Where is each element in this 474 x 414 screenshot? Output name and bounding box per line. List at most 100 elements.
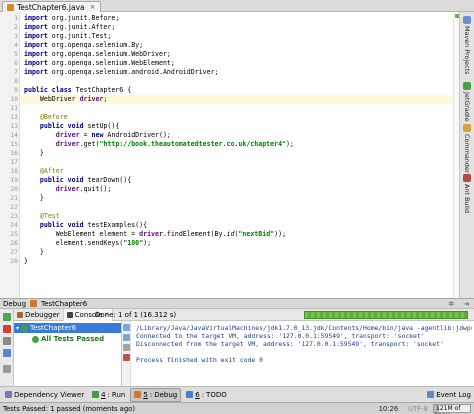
console-output[interactable]: /Library/Java/JavaVirtualMachines/jdk1.7… — [122, 321, 474, 386]
code-token: import — [24, 23, 52, 31]
code-token: org.junit.Test; — [51, 32, 112, 40]
code-line[interactable]: @Test — [20, 212, 459, 221]
tool-window-number: 5 — [143, 390, 148, 399]
editor-tab[interactable]: TestChapter6.java × — [2, 1, 101, 12]
code-line[interactable]: import org.junit.Test; — [20, 32, 459, 41]
rerun-icon[interactable] — [3, 313, 11, 321]
code-editor[interactable]: 1 2 3 4 5 6 7 8 9 10 11 12 13 14 15 16 17 18 19 20 21 22 23 24 2… — [0, 12, 460, 298]
code-line[interactable]: import org.junit.Before; — [20, 14, 459, 23]
gradle-icon — [463, 82, 471, 90]
tree-node-testchapter6[interactable]: ▾ TestChapter6 — [14, 323, 121, 333]
line-number: 12 — [10, 113, 18, 121]
line-number: 4 — [14, 41, 18, 49]
line-number: 25 — [10, 230, 18, 238]
code-token: @Before — [24, 113, 68, 121]
tool-window-run[interactable]: 4: Run — [89, 388, 128, 402]
code-line[interactable] — [20, 104, 459, 113]
code-line[interactable]: WebDriver driver; — [20, 95, 459, 104]
console-icon — [66, 311, 73, 318]
close-icon[interactable]: × — [90, 3, 96, 11]
line-number: 1 — [14, 14, 18, 22]
code-line[interactable]: @After — [20, 167, 459, 176]
jetgradle-button[interactable]: JetGradle — [461, 82, 473, 122]
code-token: .quit(); — [79, 185, 112, 193]
code-area[interactable]: import org.junit.Before; import org.junit… — [20, 12, 459, 298]
code-token: org.junit.Before; — [51, 14, 120, 22]
console-toolbar — [122, 321, 131, 386]
code-token: driver — [24, 185, 80, 193]
code-token: org.openqa.selenium.android.AndroidDrive… — [51, 68, 219, 76]
file-encoding[interactable]: UTF-8 — [403, 405, 433, 413]
ant-build-label: Ant Build — [463, 184, 471, 214]
breakpoints-icon[interactable] — [3, 349, 11, 357]
code-line[interactable]: driver.quit(); — [20, 185, 459, 194]
ant-build-button[interactable]: Ant Build — [461, 174, 473, 213]
code-line[interactable]: public void setUp(){ — [20, 122, 459, 131]
console-line: Disconnected from the target VM, address… — [136, 340, 444, 348]
expand-arrow-icon[interactable]: ▾ — [16, 325, 19, 332]
line-number: 6 — [14, 59, 18, 67]
line-number: 8 — [14, 77, 18, 85]
code-token: TestChapter6 { — [75, 86, 132, 94]
hide-icon[interactable]: ⇥ — [463, 300, 469, 308]
code-line[interactable]: import org.openqa.selenium.android.Andro… — [20, 68, 459, 77]
code-line[interactable]: } — [20, 149, 459, 158]
code-line[interactable]: @Before — [20, 113, 459, 122]
code-line[interactable]: driver = new AndroidDriver(); — [20, 131, 459, 140]
code-line[interactable] — [20, 203, 459, 212]
pause-icon[interactable] — [3, 337, 11, 345]
line-number: 24 — [10, 221, 18, 229]
dependency-viewer-icon — [5, 391, 12, 398]
test-results-tree[interactable]: ▾ TestChapter6 All Tests Passed — [14, 321, 122, 386]
console-line: Connected to the target VM, address: '12… — [136, 332, 425, 340]
code-line[interactable]: public class TestChapter6 { — [20, 86, 459, 95]
line-number: 28 — [10, 257, 18, 265]
scroll-down-icon[interactable] — [123, 334, 130, 341]
line-number: 10 — [10, 95, 18, 103]
commander-button[interactable]: Commander — [461, 124, 473, 173]
code-line[interactable] — [20, 158, 459, 167]
memory-indicator[interactable]: 121M of 790M — [433, 404, 471, 414]
code-token: } — [24, 248, 44, 256]
close-panel-icon[interactable] — [3, 365, 11, 373]
scroll-up-icon[interactable] — [123, 324, 130, 331]
event-log-button[interactable]: Event Log — [424, 388, 474, 402]
separator: : — [149, 390, 153, 399]
code-line[interactable]: WebElement element = driver.findElement(… — [20, 230, 459, 239]
status-message: Tests Passed: 1 passed (moments ago) — [3, 404, 135, 413]
tree-node-all-tests-passed[interactable]: All Tests Passed — [32, 334, 104, 344]
code-line[interactable]: import org.junit.After; — [20, 23, 459, 32]
soft-wrap-icon[interactable] — [123, 344, 130, 351]
line-number: 26 — [10, 239, 18, 247]
clear-console-icon[interactable] — [123, 354, 130, 361]
code-line[interactable]: } — [20, 194, 459, 203]
tool-window-label: Run — [111, 390, 126, 399]
code-line[interactable]: import org.openqa.selenium.WebDriver; — [20, 50, 459, 59]
code-token: org.junit.After; — [51, 23, 116, 31]
separator: : — [201, 390, 205, 399]
code-line[interactable]: } — [20, 257, 459, 266]
caret-position[interactable]: 10:26 — [374, 405, 404, 413]
code-line[interactable]: } — [20, 248, 459, 257]
code-line[interactable]: public void tearDown(){ — [20, 176, 459, 185]
settings-icon[interactable]: ✲ — [448, 300, 454, 308]
code-line[interactable]: import org.openqa.selenium.By; — [20, 41, 459, 50]
code-line[interactable]: driver.get("http://book.theautomatedtest… — [20, 140, 459, 149]
code-token: WebDriver — [24, 95, 80, 103]
code-token: public void — [24, 221, 88, 229]
code-token: ); — [286, 140, 294, 148]
tool-window-debug[interactable]: 5: Debug — [130, 387, 182, 402]
tool-window-todo[interactable]: 6: TODO — [183, 388, 230, 402]
code-line[interactable] — [20, 77, 459, 86]
code-line[interactable]: public void testExamples(){ — [20, 221, 459, 230]
code-token: driver — [24, 140, 80, 148]
code-token: .findElement(By. — [162, 230, 227, 238]
tool-window-dependency-viewer[interactable]: Dependency Viewer — [2, 388, 87, 402]
code-line[interactable]: import org.openqa.selenium.WebElement; — [20, 59, 459, 68]
console-line: Process finished with exit code 0 — [136, 356, 263, 364]
tool-window-number: 4 — [101, 390, 106, 399]
stop-icon[interactable] — [3, 325, 11, 333]
tab-debugger[interactable]: Debugger — [14, 308, 64, 321]
code-line[interactable]: element.sendKeys("100"); — [20, 239, 459, 248]
maven-projects-button[interactable]: Maven Projects — [461, 16, 473, 74]
